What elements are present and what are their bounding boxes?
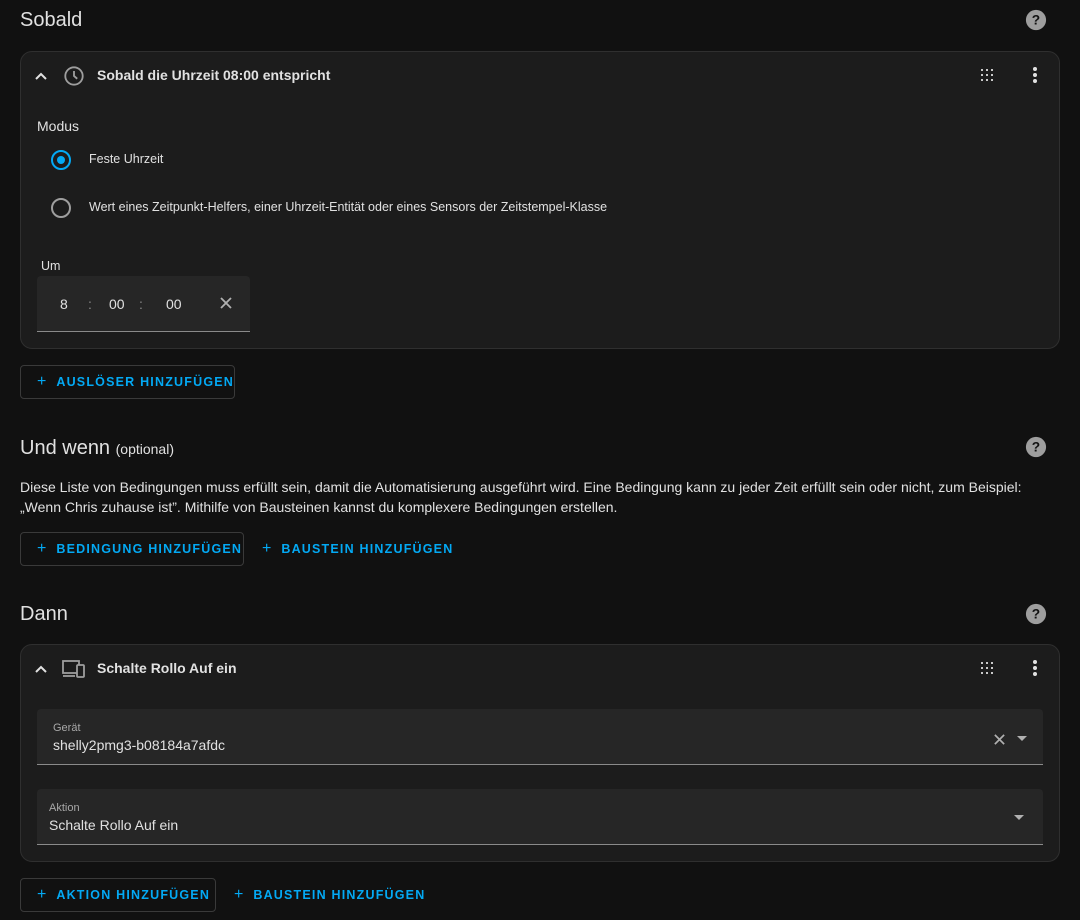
radio-fixed-time[interactable] xyxy=(51,150,71,170)
drag-handle-icon[interactable] xyxy=(980,661,994,675)
help-icon[interactable]: ? xyxy=(1025,436,1047,458)
device-select[interactable]: Gerät shelly2pmg3-b08184a7afdc xyxy=(37,709,1043,765)
time-input[interactable]: 8 : 00 : 00 xyxy=(37,276,250,332)
dropdown-arrow-icon[interactable] xyxy=(1016,735,1028,742)
mode-label: Modus xyxy=(37,118,80,134)
condition-section-title: Und wenn (optional) xyxy=(20,437,174,459)
trigger-section-title: Sobald xyxy=(20,9,83,31)
add-action-button[interactable]: + AKTION HINZUFÜGEN xyxy=(20,878,216,912)
chevron-up-icon[interactable] xyxy=(33,661,49,677)
action-select[interactable]: Aktion Schalte Rollo Auf ein xyxy=(37,789,1043,845)
clock-icon xyxy=(64,66,84,86)
add-block-action-button[interactable]: + BAUSTEIN HINZUFÜGEN xyxy=(218,878,428,912)
trigger-card-title: Sobald die Uhrzeit 08:00 entspricht xyxy=(97,67,331,83)
action-label: Aktion xyxy=(49,802,80,814)
time-minutes[interactable]: 00 xyxy=(109,296,125,312)
devices-icon xyxy=(62,660,85,678)
chevron-up-icon[interactable] xyxy=(33,68,49,84)
drag-handle-icon[interactable] xyxy=(980,68,994,82)
time-label: Um xyxy=(41,259,61,273)
svg-text:?: ? xyxy=(1032,440,1040,455)
svg-text:?: ? xyxy=(1032,13,1040,28)
more-menu-icon[interactable] xyxy=(1027,66,1043,84)
clear-icon[interactable] xyxy=(219,296,233,310)
help-icon[interactable]: ? xyxy=(1025,603,1047,625)
time-separator: : xyxy=(139,296,143,312)
add-block-condition-button[interactable]: + BAUSTEIN HINZUFÜGEN xyxy=(246,532,456,566)
add-trigger-button[interactable]: + AUSLÖSER HINZUFÜGEN xyxy=(20,365,235,399)
more-menu-icon[interactable] xyxy=(1027,659,1043,677)
clear-icon[interactable] xyxy=(993,733,1006,746)
device-value: shelly2pmg3-b08184a7afdc xyxy=(53,737,226,753)
time-hours[interactable]: 8 xyxy=(60,296,68,312)
device-label: Gerät xyxy=(53,722,81,734)
action-value: Schalte Rollo Auf ein xyxy=(49,817,179,833)
action-section-title: Dann xyxy=(20,603,68,625)
action-card-title: Schalte Rollo Auf ein xyxy=(97,660,237,676)
action-card: Schalte Rollo Auf ein Gerät shelly2pmg3-… xyxy=(20,644,1060,862)
add-condition-button[interactable]: + BEDINGUNG HINZUFÜGEN xyxy=(20,532,244,566)
radio-fixed-time-label: Feste Uhrzeit xyxy=(89,152,164,166)
time-separator: : xyxy=(88,296,92,312)
svg-text:?: ? xyxy=(1032,607,1040,622)
condition-description: Diese Liste von Bedingungen muss erfüllt… xyxy=(20,479,1022,515)
time-seconds[interactable]: 00 xyxy=(166,296,182,312)
help-icon[interactable]: ? xyxy=(1025,9,1047,31)
trigger-card: Sobald die Uhrzeit 08:00 entspricht Modu… xyxy=(20,51,1060,349)
radio-helper-value[interactable] xyxy=(51,198,71,218)
dropdown-arrow-icon[interactable] xyxy=(1013,814,1025,821)
radio-helper-value-label: Wert eines Zeitpunkt-Helfers, einer Uhrz… xyxy=(89,200,608,214)
